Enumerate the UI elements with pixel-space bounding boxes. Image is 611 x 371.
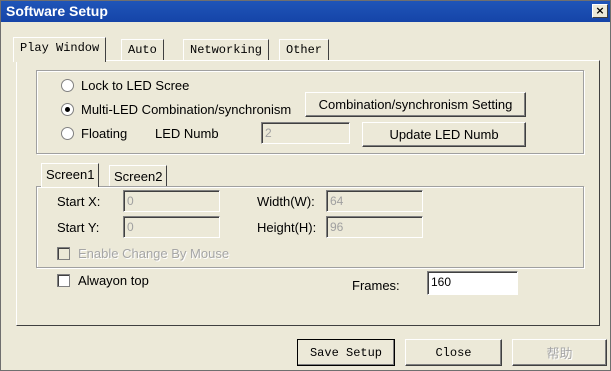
radio-lock-to-led[interactable]: Lock to LED Scree — [61, 78, 189, 93]
always-on-top-label: Alwayon top — [78, 273, 149, 288]
enable-change-by-mouse-box[interactable] — [57, 247, 70, 260]
update-led-numb-button[interactable]: Update LED Numb — [362, 122, 526, 147]
height-field[interactable]: 96 — [326, 216, 423, 238]
led-numb-field[interactable]: 2 — [261, 122, 350, 144]
radio-floating-indicator[interactable] — [61, 127, 74, 140]
title-bar[interactable]: Software Setup × — [1, 1, 610, 22]
close-button[interactable]: Close — [405, 339, 502, 366]
frames-field[interactable]: 160 — [427, 271, 518, 295]
radio-multi-led[interactable]: Multi-LED Combination/synchronism — [61, 102, 291, 117]
width-field[interactable]: 64 — [326, 190, 423, 212]
radio-floating[interactable]: Floating — [61, 126, 127, 141]
start-x-field[interactable]: 0 — [123, 190, 220, 212]
always-on-top-checkbox[interactable]: Alwayon top — [57, 273, 149, 288]
frames-label: Frames: — [352, 278, 400, 293]
combination-setting-button[interactable]: Combination/synchronism Setting — [305, 92, 526, 117]
play-window-panel: Lock to LED Scree Multi-LED Combination/… — [16, 60, 600, 326]
radio-lock-indicator[interactable] — [61, 79, 74, 92]
radio-multi-indicator[interactable] — [61, 103, 74, 116]
close-label: Close — [435, 345, 472, 360]
combination-setting-label: Combination/synchronism Setting — [318, 97, 513, 112]
tab-screen1[interactable]: Screen1 — [41, 163, 100, 187]
enable-change-by-mouse-label: Enable Change By Mouse — [78, 246, 230, 261]
software-setup-window: Software Setup × Play Window Auto Networ… — [0, 0, 611, 371]
tab-screen2[interactable]: Screen2 — [109, 165, 168, 187]
always-on-top-box[interactable] — [57, 274, 70, 287]
update-led-numb-label: Update LED Numb — [389, 127, 499, 142]
start-y-label: Start Y: — [57, 220, 100, 235]
height-label: Height(H): — [257, 220, 317, 235]
window-title: Software Setup — [6, 3, 108, 19]
close-icon[interactable]: × — [592, 4, 608, 18]
radio-multi-label: Multi-LED Combination/synchronism — [81, 102, 292, 117]
tab-auto[interactable]: Auto — [121, 39, 164, 61]
tab-networking[interactable]: Networking — [183, 39, 270, 61]
radio-floating-label: Floating — [81, 126, 128, 141]
enable-change-by-mouse-checkbox[interactable]: Enable Change By Mouse — [57, 246, 229, 261]
led-numb-label: LED Numb — [155, 126, 219, 141]
save-setup-label: Save Setup — [309, 345, 382, 360]
start-y-field[interactable]: 0 — [123, 216, 220, 238]
start-x-label: Start X: — [57, 194, 101, 209]
help-button[interactable]: 帮助 — [512, 339, 607, 366]
width-label: Width(W): — [257, 194, 315, 209]
radio-lock-label: Lock to LED Scree — [81, 78, 190, 93]
help-label: 帮助 — [546, 346, 573, 361]
save-setup-button[interactable]: Save Setup — [297, 339, 395, 366]
tab-other[interactable]: Other — [279, 39, 330, 61]
tab-play-window[interactable]: Play Window — [13, 37, 107, 62]
